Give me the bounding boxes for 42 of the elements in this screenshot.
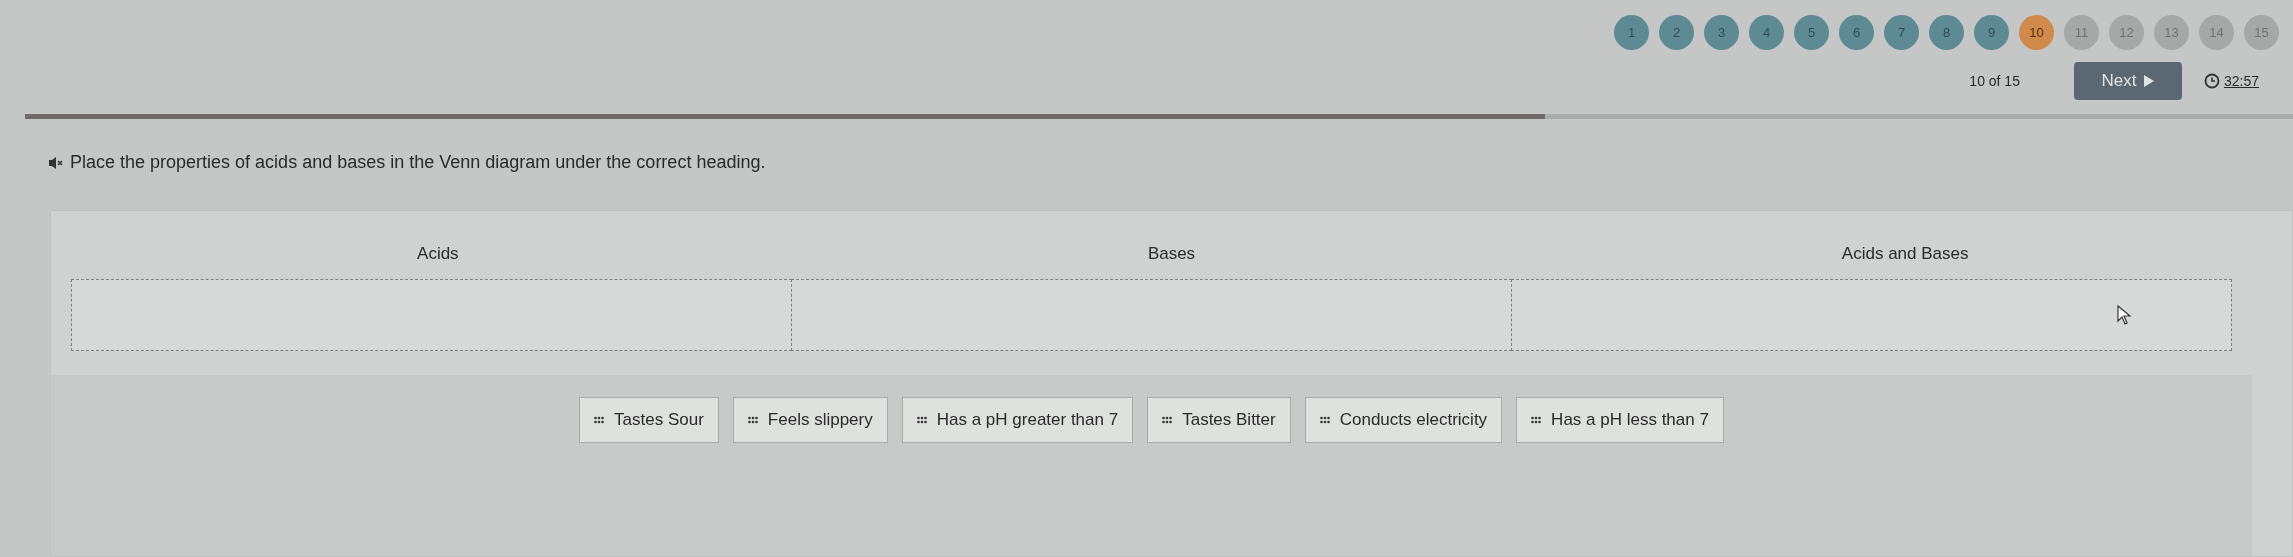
answer-label: Feels slippery [767, 408, 873, 431]
answer-chip[interactable]: Feels slippery [732, 396, 888, 443]
drop-zone[interactable] [1511, 278, 2232, 351]
timer-text: 32:57 [2223, 71, 2259, 91]
question-number-button[interactable]: 9 [1974, 15, 2009, 50]
mouse-pointer-icon [2117, 304, 2131, 325]
play-icon [2144, 75, 2155, 87]
question-number-button[interactable]: 4 [1749, 15, 1784, 50]
answer-chip[interactable]: Tastes Bitter [1147, 396, 1291, 443]
answer-label: Tastes Sour [614, 408, 704, 431]
answer-chip[interactable]: Conducts electricity [1304, 396, 1503, 443]
answer-chip[interactable]: Tastes Sour [579, 396, 719, 443]
category-heading: Acids and Bases [1841, 243, 1969, 265]
question-number-button[interactable]: 1 [1614, 15, 1649, 50]
grip-icon [916, 414, 927, 425]
answer-label: Has a pH greater than 7 [936, 408, 1119, 431]
next-button[interactable]: Next [2073, 62, 2182, 100]
instruction-text: Place the properties of acids and bases in the Venn diagram under the correct heading. [70, 151, 766, 174]
category-heading: Acids [417, 243, 459, 265]
answer-chip[interactable]: Has a pH greater than 7 [901, 396, 1134, 443]
question-counter: 10 of 15 [1969, 71, 2020, 91]
clock-icon [2203, 73, 2220, 89]
grip-icon [594, 414, 605, 425]
grip-icon [1162, 414, 1173, 425]
answer-label: Conducts electricity [1339, 408, 1488, 431]
answer-chip[interactable]: Has a pH less than 7 [1516, 396, 1724, 443]
question-number-button[interactable]: 3 [1704, 15, 1739, 50]
answer-label: Has a pH less than 7 [1551, 408, 1709, 431]
question-number-button[interactable]: 10 [2019, 15, 2054, 50]
question-number-button[interactable]: 2 [1659, 15, 1694, 50]
grip-icon [747, 414, 758, 425]
question-number-button[interactable]: 5 [1794, 15, 1829, 50]
question-number-button[interactable]: 6 [1839, 15, 1874, 50]
grip-icon [1319, 414, 1330, 425]
drop-zone[interactable] [791, 278, 1512, 351]
grip-icon [1531, 414, 1542, 425]
drop-zone[interactable] [71, 278, 792, 351]
speaker-icon [48, 155, 64, 170]
question-number-button[interactable]: 8 [1929, 15, 1964, 50]
question-number-button[interactable]: 7 [1884, 15, 1919, 50]
category-heading: Bases [1147, 243, 1196, 265]
answer-label: Tastes Bitter [1182, 408, 1276, 431]
